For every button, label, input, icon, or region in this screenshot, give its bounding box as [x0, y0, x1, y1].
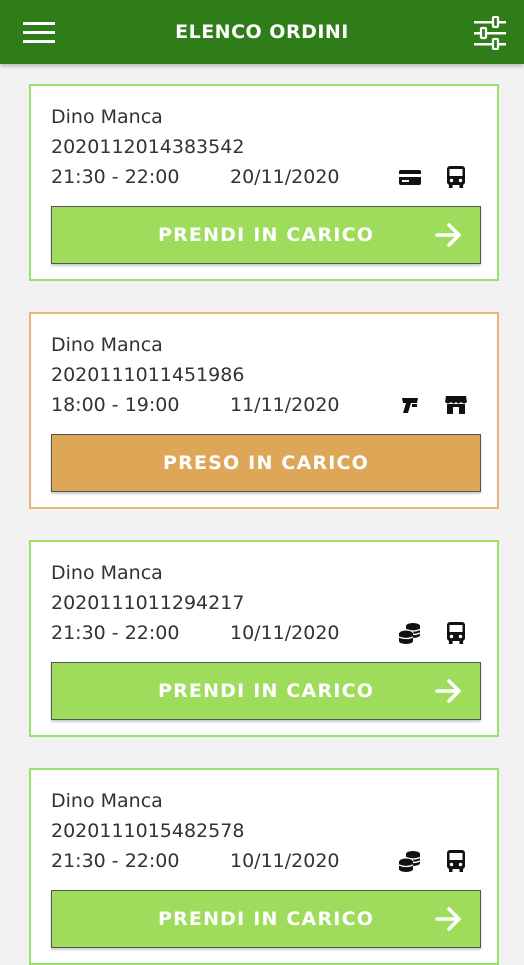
order-card[interactable]: Dino Manca 2020112014383542 21:30 - 22:0… — [29, 84, 499, 281]
order-card[interactable]: Dino Manca 2020111011451986 18:00 - 19:0… — [29, 312, 499, 509]
time-slot: 21:30 - 22:00 — [51, 850, 180, 872]
order-code: 2020111015482578 — [51, 820, 245, 842]
bus-delivery-icon — [443, 848, 469, 874]
time-slot: 21:30 - 22:00 — [51, 622, 180, 644]
sliders-filter-icon[interactable] — [472, 15, 508, 51]
customer-name: Dino Manca — [51, 334, 163, 356]
button-label: PRENDI IN CARICO — [157, 680, 375, 702]
order-code: 2020112014383542 — [51, 136, 245, 158]
button-label: PRENDI IN CARICO — [157, 224, 375, 246]
order-code: 2020111011451986 — [51, 364, 245, 386]
store-pickup-icon — [443, 392, 469, 418]
customer-name: Dino Manca — [51, 562, 163, 584]
take-charge-button[interactable]: PRENDI IN CARICO — [51, 890, 481, 948]
take-charge-button[interactable]: PRENDI IN CARICO — [51, 662, 481, 720]
order-date: 10/11/2020 — [230, 850, 340, 872]
button-label: PRENDI IN CARICO — [157, 908, 375, 930]
arrow-right-icon — [434, 221, 464, 249]
taken-status-button[interactable]: PRESO IN CARICO — [51, 434, 481, 492]
credit-card-icon — [397, 164, 423, 190]
customer-name: Dino Manca — [51, 106, 163, 128]
order-card[interactable]: Dino Manca 2020111015482578 21:30 - 22:0… — [29, 768, 499, 965]
order-date: 20/11/2020 — [230, 166, 340, 188]
arrow-right-icon — [434, 677, 464, 705]
bus-delivery-icon — [443, 164, 469, 190]
button-label: PRESO IN CARICO — [162, 452, 369, 474]
order-code: 2020111011294217 — [51, 592, 245, 614]
time-slot: 18:00 - 19:00 — [51, 394, 180, 416]
coins-icon — [397, 848, 423, 874]
app-header: ELENCO ORDINI — [0, 0, 524, 64]
order-date: 10/11/2020 — [230, 622, 340, 644]
pos-terminal-icon — [397, 392, 423, 418]
page-title: ELENCO ORDINI — [175, 21, 349, 43]
order-card[interactable]: Dino Manca 2020111011294217 21:30 - 22:0… — [29, 540, 499, 737]
take-charge-button[interactable]: PRENDI IN CARICO — [51, 206, 481, 264]
bus-delivery-icon — [443, 620, 469, 646]
coins-icon — [397, 620, 423, 646]
order-date: 11/11/2020 — [230, 394, 340, 416]
arrow-right-icon — [434, 905, 464, 933]
time-slot: 21:30 - 22:00 — [51, 166, 180, 188]
customer-name: Dino Manca — [51, 790, 163, 812]
